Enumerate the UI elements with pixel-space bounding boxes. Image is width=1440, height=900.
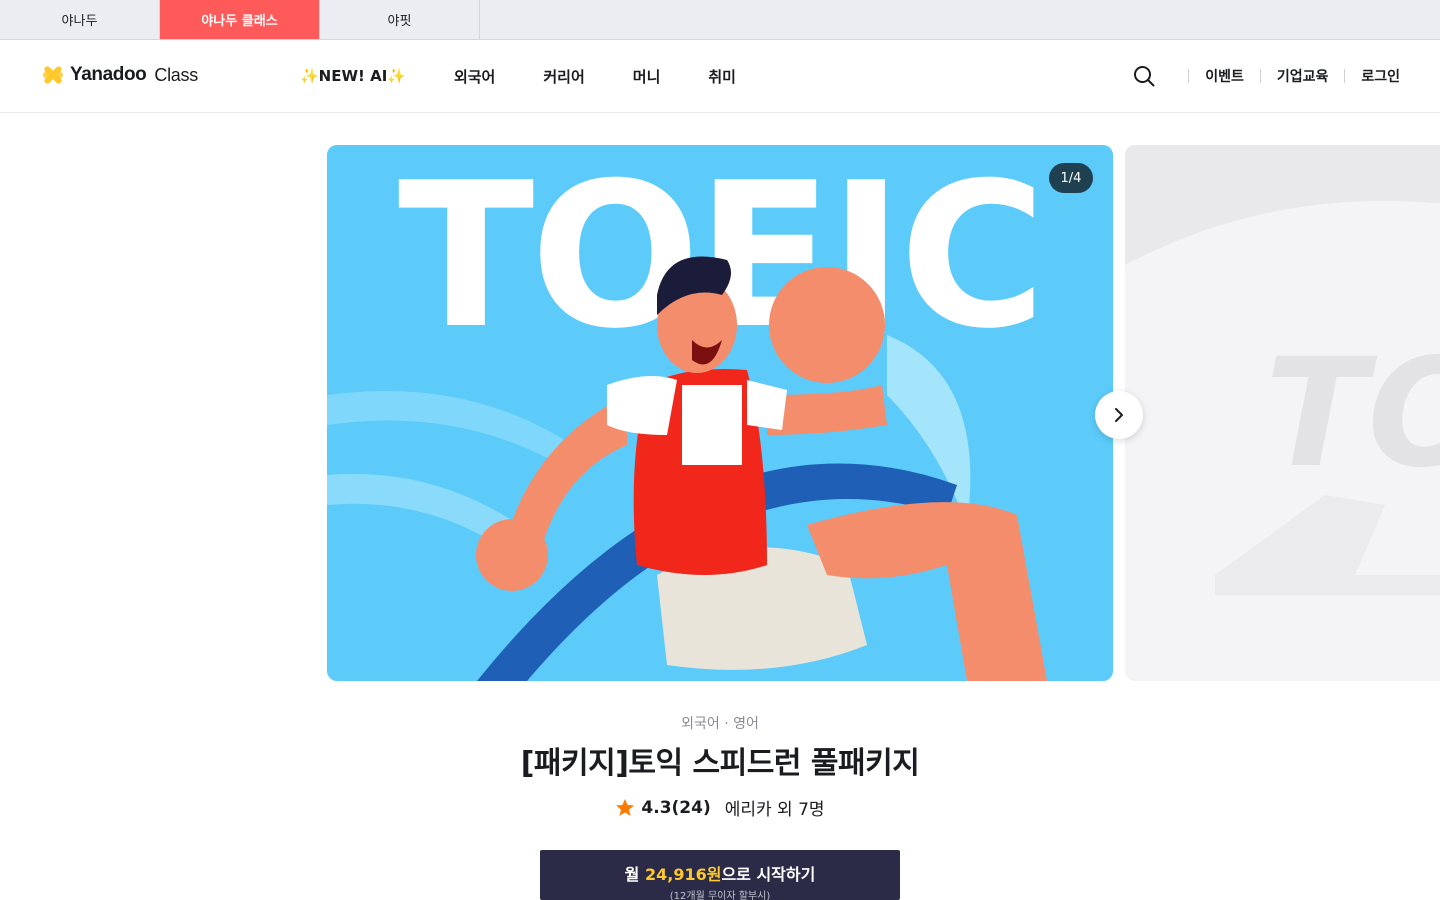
toeic-banner-illustration: TOEIC — [327, 145, 1047, 681]
login-link[interactable]: 로그인 — [1361, 66, 1400, 86]
carousel-next-button[interactable] — [1095, 391, 1143, 439]
product-rating: 4.3(24) — [641, 797, 711, 818]
nav-item-career[interactable]: 커리어 — [543, 66, 584, 87]
service-tab-yanadoo[interactable]: 야나두 — [0, 0, 160, 39]
divider — [1259, 69, 1261, 83]
nav-item-hobby[interactable]: 취미 — [708, 66, 736, 87]
service-tab-yanadoo-class[interactable]: 야나두 클래스 — [160, 0, 320, 39]
corporate-education-link[interactable]: 기업교육 — [1277, 66, 1329, 86]
banner-slide-current[interactable]: TOEIC — [327, 145, 1113, 681]
nav-item-money[interactable]: 머니 — [633, 66, 661, 87]
nav-item-language[interactable]: 외국어 — [454, 66, 495, 87]
divider — [1344, 69, 1346, 83]
header-utilities: 이벤트 기업교육 로그인 — [1132, 40, 1400, 112]
yanadoo-logo-icon — [43, 66, 63, 84]
logo-text: Yanadoo — [70, 64, 147, 85]
main-nav: ✨NEW! AI✨ 외국어 커리어 머니 취미 — [300, 40, 784, 112]
service-tab-yafit[interactable]: 야핏 — [320, 0, 480, 39]
search-button[interactable] — [1132, 64, 1156, 88]
product-meta: 4.3(24) 에리카 외 7명 — [0, 795, 1440, 820]
nav-item-new-ai[interactable]: ✨NEW! AI✨ — [300, 67, 406, 85]
cta-suffix: 으로 시작하기 — [721, 865, 816, 884]
service-tabs: 야나두 야나두 클래스 야핏 — [0, 0, 1440, 40]
product-category: 외국어 · 영어 — [681, 716, 759, 732]
cta-price: 24,916원 — [644, 865, 722, 884]
banner-slide-next[interactable]: TO — [1125, 145, 1440, 681]
logo[interactable]: Yanadoo Class — [40, 62, 198, 88]
cta-label: 월 24,916원으로 시작하기 — [540, 861, 900, 885]
start-purchase-button[interactable]: 월 24,916원으로 시작하기 (12개월 무이자 할부시) — [540, 850, 900, 900]
product-title: [패키지]토익 스피드런 풀패키지 — [520, 746, 920, 781]
logo-subtext: Class — [154, 64, 198, 85]
svg-text:TO: TO — [1265, 327, 1440, 501]
next-banner-illustration: TO — [1125, 145, 1440, 595]
star-icon — [616, 798, 635, 816]
cta-prefix: 월 — [624, 865, 645, 884]
site-header: Yanadoo Class ✨NEW! AI✨ 외국어 커리어 머니 취미 이벤… — [0, 40, 1440, 113]
cta-installment-note: (12개월 무이자 할부시) — [669, 891, 771, 900]
slide-counter: 1/4 — [1049, 163, 1093, 193]
event-link[interactable]: 이벤트 — [1205, 66, 1244, 86]
search-icon — [1134, 66, 1155, 87]
divider — [1188, 69, 1190, 83]
chevron-right-icon — [1115, 408, 1123, 422]
banner-carousel: TOEIC TO — [0, 113, 1440, 681]
product-instructors: 에리카 외 7명 — [724, 800, 825, 820]
